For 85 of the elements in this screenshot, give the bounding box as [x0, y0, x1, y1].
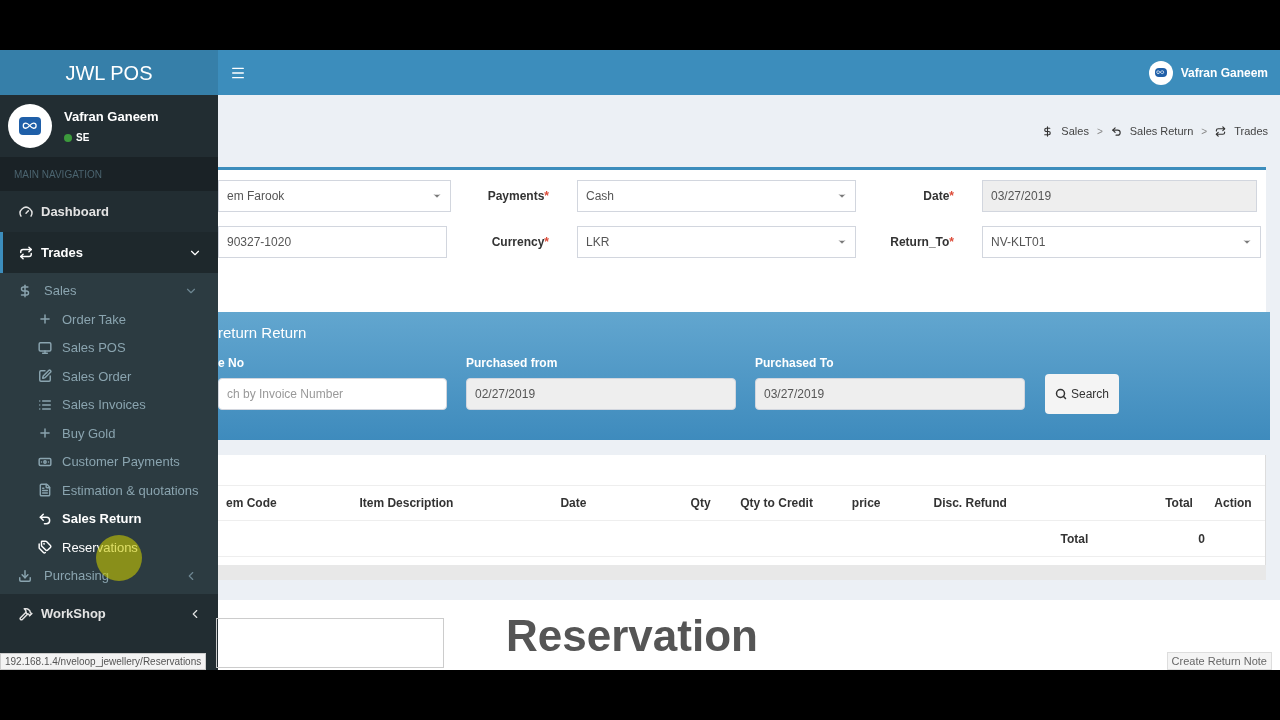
nav-item[interactable]: Order Take [0, 305, 218, 334]
total-label: Total [1060, 530, 1089, 548]
column-header: Total [1164, 495, 1194, 512]
column-header: Action [1213, 495, 1253, 512]
nav-item[interactable]: Trades [0, 232, 218, 273]
required-mark: * [544, 188, 549, 205]
field-label: Purchased To [755, 355, 835, 372]
search-icon [1055, 388, 1067, 400]
column-header: em Code [225, 495, 278, 512]
column-header: Date [559, 495, 588, 512]
breadcrumb-link[interactable]: Trades [1230, 122, 1268, 140]
plus-icon [38, 312, 52, 327]
select-field[interactable]: Cash [577, 180, 856, 212]
avatar [8, 104, 52, 148]
edit-icon [38, 369, 52, 384]
field-label: Date [923, 188, 950, 205]
select-field[interactable]: NV-KLT01 [982, 226, 1261, 258]
search-button[interactable]: Search [1045, 374, 1120, 414]
breadcrumb-separator: > [1095, 124, 1104, 139]
nav-item[interactable]: Sales [0, 277, 218, 305]
undo-icon [1110, 125, 1122, 137]
plus-icon [38, 426, 52, 441]
status-url: 192.168.1.4/nveloop_jewellery/Reservations [0, 653, 207, 670]
list-icon [38, 397, 52, 412]
nav-item[interactable]: Purchasing [0, 561, 218, 590]
field-label: Payments [487, 188, 545, 205]
caret-icon [837, 191, 847, 201]
nav-item[interactable]: Sales Return [0, 504, 218, 533]
dashboard-icon [19, 204, 33, 219]
dollar-icon [1042, 125, 1054, 137]
monitor-icon [38, 340, 52, 355]
header-user-name[interactable]: Vafran Ganeem [1180, 63, 1268, 82]
nav-item[interactable]: Estimation & quotations [0, 476, 218, 505]
nav-item[interactable]: Sales POS [0, 333, 218, 362]
nav-item[interactable]: WorkShop [0, 593, 218, 635]
field-label: e No [218, 355, 245, 372]
column-header: Qty to Credit [739, 495, 814, 512]
column-header: Disc. Refund [932, 495, 1008, 512]
input-field[interactable]: 90327-1020 [218, 226, 447, 258]
text-area[interactable] [216, 618, 444, 668]
date-field: 03/27/2019 [755, 378, 1025, 410]
column-header: Item Description [358, 495, 455, 512]
nav-item[interactable]: Sales Invoices [0, 390, 218, 419]
dollar-icon [18, 284, 32, 298]
nav-item[interactable]: Customer Payments [0, 447, 218, 476]
field-label: Return_To [890, 234, 950, 251]
field-label: Currency [491, 234, 545, 251]
required-mark: * [544, 234, 549, 251]
column-header: Qty [689, 495, 712, 512]
total-value: 0 [1198, 530, 1205, 548]
video-caption: Reservation [506, 610, 758, 662]
scrollbar[interactable] [218, 565, 1266, 580]
repeat-icon [1215, 125, 1227, 137]
download-icon [18, 568, 32, 583]
breadcrumb-link[interactable]: Sales [1057, 122, 1089, 140]
select-field[interactable]: em Farook [218, 180, 451, 212]
repeat-icon [19, 245, 33, 260]
input-field[interactable]: ch by Invoice Number [218, 378, 447, 410]
create-return-note-button[interactable]: Create Return Note [1166, 651, 1272, 670]
undo-icon [38, 511, 52, 526]
select-field[interactable]: LKR [577, 226, 856, 258]
user-role: SE [76, 131, 90, 146]
date-field: 02/27/2019 [466, 378, 736, 410]
date-field: 03/27/2019 [982, 180, 1257, 212]
nav-item[interactable]: Dashboard [0, 191, 218, 232]
required-mark: * [949, 234, 954, 251]
nav-item[interactable]: Buy Gold [0, 419, 218, 448]
breadcrumb-link[interactable]: Sales Return [1125, 122, 1194, 140]
breadcrumb-separator: > [1200, 124, 1209, 139]
column-header: price [850, 495, 882, 512]
caret-icon [432, 191, 442, 201]
field-label: Purchased from [466, 355, 559, 372]
hammer-icon [19, 607, 33, 621]
panel-title: return Return [218, 323, 308, 343]
required-mark: * [949, 188, 954, 205]
user-name: Vafran Ganeem [64, 107, 159, 126]
tags-icon [38, 540, 52, 555]
nav-item[interactable]: Reservations [0, 533, 218, 562]
avatar [1148, 60, 1173, 85]
caret-icon [837, 237, 847, 247]
caret-icon [1242, 237, 1252, 247]
file-icon [38, 483, 52, 498]
nav-heading: MAIN NAVIGATION [0, 157, 218, 191]
app-title: JWL POS [0, 50, 218, 95]
nav-item[interactable]: Sales Order [0, 362, 218, 391]
